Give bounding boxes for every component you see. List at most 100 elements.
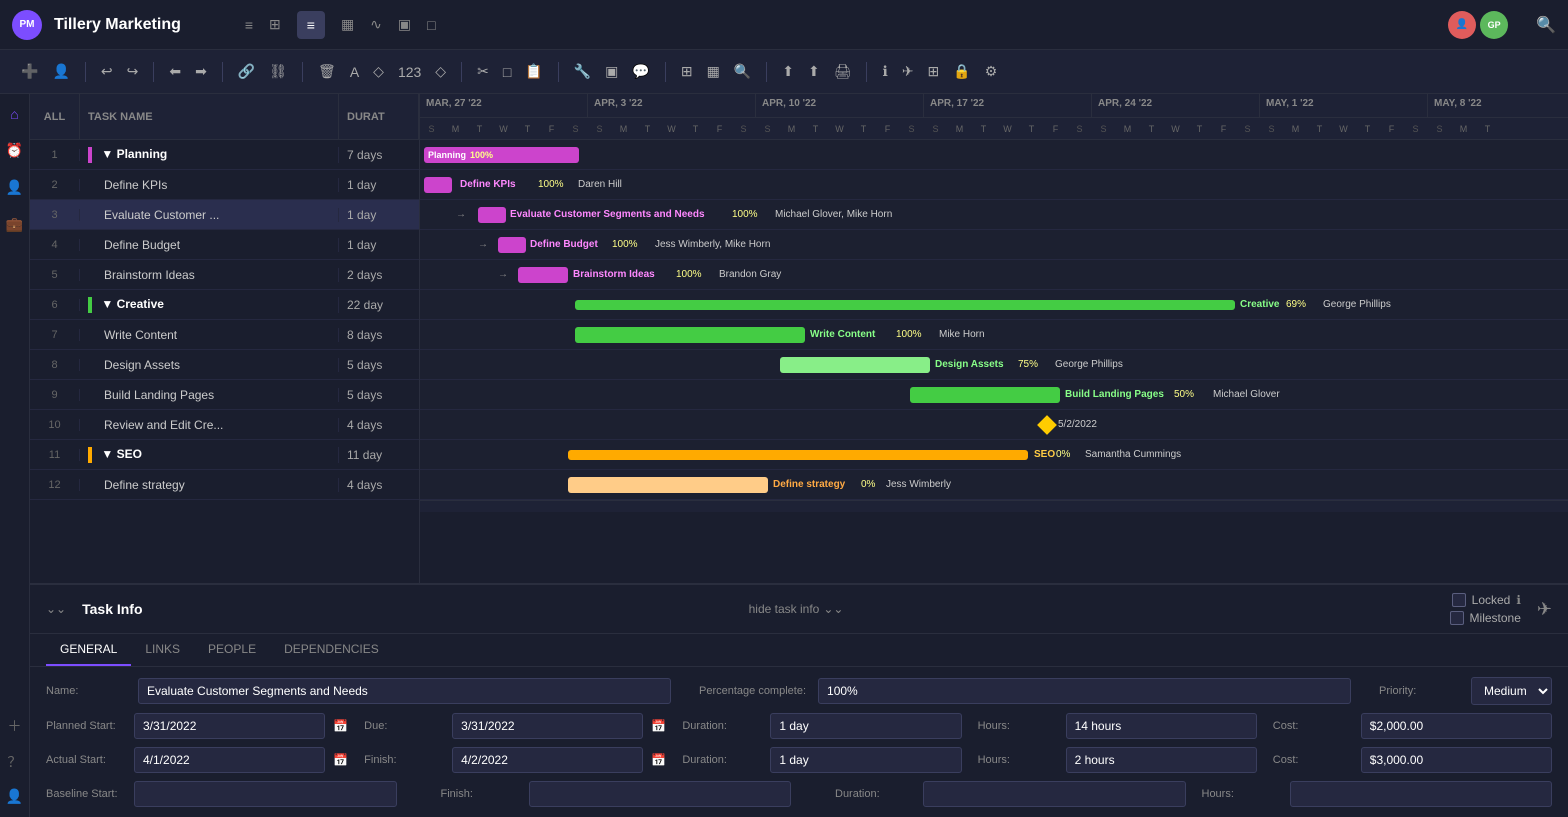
copy-button[interactable]: □ (498, 60, 516, 84)
task-name-input[interactable] (138, 678, 671, 704)
avatar-2[interactable]: GP (1480, 11, 1508, 39)
gantt-view-icon[interactable]: ≡ (297, 11, 325, 39)
build-landing-bar[interactable] (910, 387, 1060, 403)
zoom-button[interactable]: 🔍 (729, 59, 756, 84)
export2-button[interactable]: ⬆ (803, 59, 825, 84)
print-button[interactable]: 🖨 (829, 59, 857, 84)
columns-button[interactable]: ⊞ (676, 59, 698, 84)
list-view-icon[interactable]: ≡ (245, 17, 253, 33)
cost2-input[interactable] (1361, 747, 1552, 773)
search-icon[interactable]: 🔍 (1536, 15, 1556, 35)
priority-select[interactable]: Medium Low High (1471, 677, 1552, 705)
locked-checkbox[interactable] (1452, 593, 1466, 607)
hide-task-btn[interactable]: hide task info ⌄⌄ (749, 602, 844, 616)
task-row[interactable]: 5 Brainstorm Ideas 2 days (30, 260, 419, 290)
define-budget-bar[interactable] (498, 237, 526, 253)
task-row[interactable]: 3 Evaluate Customer ... 1 day (30, 200, 419, 230)
shape-button[interactable]: ◇ (368, 59, 389, 84)
group-expand-icon[interactable]: ▼ (101, 297, 113, 311)
docs-view-icon[interactable]: □ (427, 17, 435, 33)
baseline-start-input[interactable] (134, 781, 397, 807)
table-button[interactable]: ▦ (702, 59, 725, 84)
person-button[interactable]: 👤 (47, 59, 74, 84)
paste-button[interactable]: 📋 (520, 59, 547, 84)
creative-bar[interactable] (575, 300, 1235, 310)
planned-start-cal-icon[interactable]: 📅 (333, 719, 348, 733)
sidebar-work-icon[interactable]: 💼 (2, 212, 27, 237)
task-row[interactable]: 4 Define Budget 1 day (30, 230, 419, 260)
chart-view-icon[interactable]: ∿ (370, 16, 382, 33)
planned-start-input[interactable] (134, 713, 325, 739)
task-row[interactable]: 6 ▼ Creative 22 day (30, 290, 419, 320)
actual-start-cal-icon[interactable]: 📅 (333, 753, 348, 767)
grid-button[interactable]: ▣ (600, 59, 623, 84)
settings-button[interactable]: ⚙ (980, 59, 1003, 84)
sidebar-time-icon[interactable]: ⏰ (2, 138, 27, 163)
gantt-chart[interactable]: MAR, 27 '22 APR, 3 '22 APR, 10 '22 APR, … (420, 94, 1568, 583)
tab-dependencies[interactable]: DEPENDENCIES (270, 634, 393, 666)
write-content-bar[interactable] (575, 327, 805, 343)
redo-button[interactable]: ↪ (122, 59, 144, 84)
finish3-input[interactable] (529, 781, 792, 807)
calendar-view-icon[interactable]: ▣ (398, 16, 411, 33)
design-assets-bar[interactable] (780, 357, 930, 373)
indent-button[interactable]: ➡ (190, 59, 212, 84)
sidebar-user-icon[interactable]: 👤 (2, 784, 27, 809)
filter-button[interactable]: ⊞ (923, 59, 945, 84)
planning-bar[interactable]: Planning 100% (424, 147, 579, 163)
group-expand-icon[interactable]: ▼ (101, 147, 113, 161)
diamond-button[interactable]: ◇ (430, 59, 451, 84)
sidebar-help-icon[interactable]: ？ (4, 748, 26, 776)
due-input[interactable] (452, 713, 643, 739)
finish-input[interactable] (452, 747, 643, 773)
sidebar-home-icon[interactable]: ⌂ (6, 102, 22, 126)
send-icon[interactable]: ✈ (1537, 599, 1552, 620)
brainstorm-bar[interactable] (518, 267, 568, 283)
sidebar-add-icon[interactable]: ＋ (4, 712, 26, 740)
unlink-button[interactable]: ⛓ (264, 59, 292, 84)
define-kpis-bar[interactable] (424, 177, 452, 193)
number-button[interactable]: 123 (393, 60, 426, 84)
task-row[interactable]: 7 Write Content 8 days (30, 320, 419, 350)
lock-button[interactable]: 🔒 (948, 59, 975, 84)
duration2-input[interactable] (770, 747, 961, 773)
define-strategy-bar[interactable] (568, 477, 768, 493)
delete-button[interactable]: 🗑 (313, 59, 341, 84)
task-row[interactable]: 10 Review and Edit Cre... 4 days (30, 410, 419, 440)
hours-input[interactable] (1066, 713, 1257, 739)
task-row[interactable]: 8 Design Assets 5 days (30, 350, 419, 380)
milestone-checkbox[interactable] (1450, 611, 1464, 625)
duration-input[interactable] (770, 713, 961, 739)
actual-start-input[interactable] (134, 747, 325, 773)
columns-view-icon[interactable]: ⊞ (269, 16, 281, 33)
info-button[interactable]: ℹ (877, 59, 892, 84)
seo-bar[interactable] (568, 450, 1028, 460)
export1-button[interactable]: ⬆ (777, 59, 799, 84)
text-button[interactable]: A (345, 60, 364, 84)
task-row[interactable]: 1 ▼ Planning 7 days (30, 140, 419, 170)
finish-cal-icon[interactable]: 📅 (651, 753, 666, 767)
evaluate-bar[interactable] (478, 207, 506, 223)
duration3-input[interactable] (923, 781, 1186, 807)
tab-general[interactable]: GENERAL (46, 634, 131, 666)
table-view-icon[interactable]: ▦ (341, 16, 354, 33)
share-button[interactable]: ✈ (897, 59, 919, 84)
info-icon[interactable]: ℹ (1516, 593, 1521, 607)
collapse-icon[interactable]: ⌄⌄ (46, 602, 66, 616)
add-button[interactable]: ➕ (16, 59, 43, 84)
tab-people[interactable]: PEOPLE (194, 634, 270, 666)
cost-input[interactable] (1361, 713, 1552, 739)
cut-button[interactable]: ✂ (472, 59, 494, 84)
undo-button[interactable]: ↩ (96, 59, 118, 84)
link-button[interactable]: 🔗 (233, 59, 260, 84)
group-expand-icon[interactable]: ▼ (101, 447, 113, 461)
due-cal-icon[interactable]: 📅 (651, 719, 666, 733)
hours3-input[interactable] (1290, 781, 1553, 807)
comment-button[interactable]: 💬 (627, 59, 654, 84)
task-row[interactable]: 12 Define strategy 4 days (30, 470, 419, 500)
task-row[interactable]: 9 Build Landing Pages 5 days (30, 380, 419, 410)
sidebar-people-icon[interactable]: 👤 (2, 175, 27, 200)
hours2-input[interactable] (1066, 747, 1257, 773)
outdent-button[interactable]: ⬅ (164, 59, 186, 84)
app-icon[interactable]: PM (12, 10, 42, 40)
